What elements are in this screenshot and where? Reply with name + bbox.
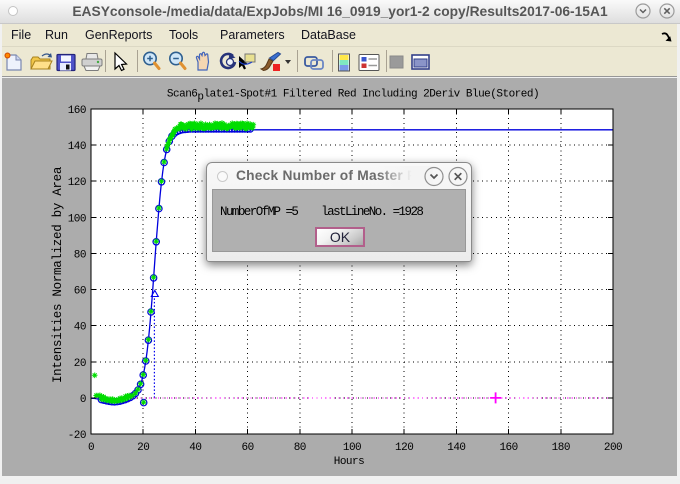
svg-text:100: 100 — [68, 213, 86, 225]
svg-text:20: 20 — [137, 442, 149, 454]
svg-text:80: 80 — [294, 442, 306, 454]
svg-text:120: 120 — [395, 442, 413, 454]
svg-text:180: 180 — [552, 442, 570, 454]
svg-text:140: 140 — [68, 141, 86, 153]
svg-text:Intensities Normalized by Area: Intensities Normalized by Area — [51, 166, 65, 383]
svg-text:-20: -20 — [68, 430, 86, 442]
svg-text:160: 160 — [499, 442, 517, 454]
svg-text:0: 0 — [80, 394, 86, 406]
svg-text:0: 0 — [88, 442, 94, 454]
svg-text:60: 60 — [241, 442, 253, 454]
svg-text:100: 100 — [343, 442, 361, 454]
svg-text:40: 40 — [189, 442, 201, 454]
svg-text:80: 80 — [74, 249, 86, 261]
svg-text:Hours: Hours — [334, 456, 365, 468]
svg-text:120: 120 — [68, 177, 86, 189]
svg-text:160: 160 — [68, 105, 86, 117]
svg-text:200: 200 — [604, 442, 622, 454]
svg-text:140: 140 — [447, 442, 465, 454]
svg-text:40: 40 — [74, 322, 86, 334]
svg-text:60: 60 — [74, 286, 86, 298]
svg-text:20: 20 — [74, 358, 86, 370]
